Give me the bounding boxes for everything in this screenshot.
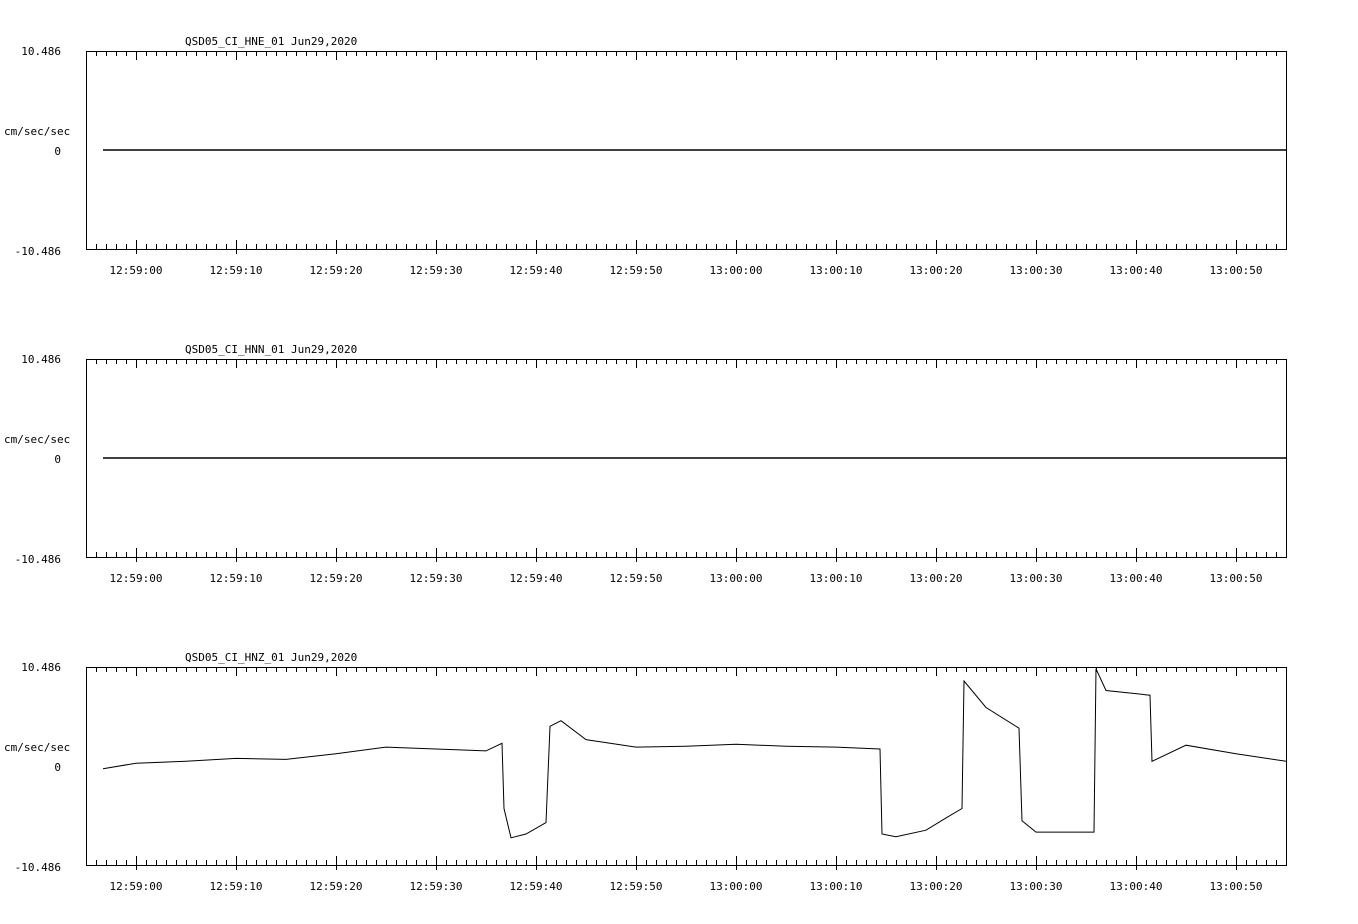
y-tick-label-top: 10.486	[21, 353, 61, 366]
x-tick-label: 12:59:00	[110, 264, 163, 277]
chart-title: QSD05_CI_HNN_01 Jun29,2020	[185, 343, 357, 356]
x-tick-label: 12:59:50	[610, 880, 663, 893]
series-line	[102, 668, 1287, 839]
x-tick-label: 13:00:10	[810, 572, 863, 585]
x-tick-label: 13:00:00	[710, 264, 763, 277]
x-tick-label: 13:00:10	[810, 880, 863, 893]
x-axis-labels: 12:59:00 12:59:10 12:59:20 12:59:30 12:59:40…	[110, 880, 1263, 893]
x-tick-label: 12:59:10	[210, 264, 263, 277]
x-axis-labels: 12:59:00 12:59:10 12:59:20 12:59:30 12:59:40…	[110, 264, 1263, 277]
x-tick-label: 13:00:40	[1110, 572, 1163, 585]
chart-title: QSD05_CI_HNZ_01 Jun29,2020	[185, 651, 357, 664]
x-tick-label: 12:59:40	[510, 880, 563, 893]
x-tick-label: 12:59:30	[410, 264, 463, 277]
chart-title: QSD05_CI_HNE_01 Jun29,2020	[185, 35, 357, 48]
x-tick-label: 13:00:30	[1010, 880, 1063, 893]
panel-hnz: QSD05_CI_HNZ_01 Jun29,2020 cm/sec/sec 10…	[4, 651, 1287, 893]
x-tick-label: 13:00:20	[910, 880, 963, 893]
y-axis-label: cm/sec/sec	[4, 741, 70, 754]
x-tick-label: 13:00:40	[1110, 264, 1163, 277]
x-tick-label: 12:59:20	[310, 572, 363, 585]
panel-hnn: QSD05_CI_HNN_01 Jun29,2020 cm/sec/sec 10…	[4, 343, 1287, 585]
y-tick-label-zero: 0	[54, 453, 61, 466]
panel-hne: QSD05_CI_HNE_01 Jun29,2020 cm/sec/sec 10…	[4, 35, 1287, 277]
x-tick-label: 13:00:10	[810, 264, 863, 277]
x-tick-label: 12:59:40	[510, 572, 563, 585]
x-tick-label: 12:59:20	[310, 880, 363, 893]
x-tick-label: 13:00:00	[710, 572, 763, 585]
x-tick-label: 12:59:30	[410, 880, 463, 893]
x-axis-ticks	[86, 359, 1287, 562]
x-tick-label: 13:00:20	[910, 264, 963, 277]
x-tick-label: 13:00:20	[910, 572, 963, 585]
plot-frame	[86, 667, 1287, 866]
x-tick-label: 12:59:30	[410, 572, 463, 585]
x-tick-label: 13:00:30	[1010, 264, 1063, 277]
x-tick-label: 12:59:50	[610, 264, 663, 277]
seismogram-charts: QSD05_CI_HNE_01 Jun29,2020 cm/sec/sec 10…	[4, 35, 1287, 893]
y-tick-label-bottom: -10.486	[15, 553, 61, 566]
y-axis-label: cm/sec/sec	[4, 433, 70, 446]
x-tick-label: 13:00:40	[1110, 880, 1163, 893]
y-tick-label-bottom: -10.486	[15, 861, 61, 874]
x-tick-label: 12:59:20	[310, 264, 363, 277]
x-tick-label: 12:59:10	[210, 880, 263, 893]
x-tick-label: 13:00:30	[1010, 572, 1063, 585]
y-tick-label-zero: 0	[54, 145, 61, 158]
x-tick-label: 12:59:00	[110, 880, 163, 893]
x-tick-label: 12:59:40	[510, 264, 563, 277]
x-axis-labels: 12:59:00 12:59:10 12:59:20 12:59:30 12:59:40…	[110, 572, 1263, 585]
y-tick-label-zero: 0	[54, 761, 61, 774]
y-axis-label: cm/sec/sec	[4, 125, 70, 138]
y-tick-label-top: 10.486	[21, 661, 61, 674]
x-tick-label: 13:00:50	[1210, 880, 1263, 893]
y-tick-label-bottom: -10.486	[15, 245, 61, 258]
x-tick-label: 12:59:10	[210, 572, 263, 585]
x-axis-ticks	[86, 51, 1287, 254]
x-tick-label: 13:00:00	[710, 880, 763, 893]
x-tick-label: 12:59:00	[110, 572, 163, 585]
x-tick-label: 13:00:50	[1210, 572, 1263, 585]
x-axis-ticks	[86, 667, 1287, 870]
y-tick-label-top: 10.486	[21, 45, 61, 58]
x-tick-label: 12:59:50	[610, 572, 663, 585]
x-tick-label: 13:00:50	[1210, 264, 1263, 277]
